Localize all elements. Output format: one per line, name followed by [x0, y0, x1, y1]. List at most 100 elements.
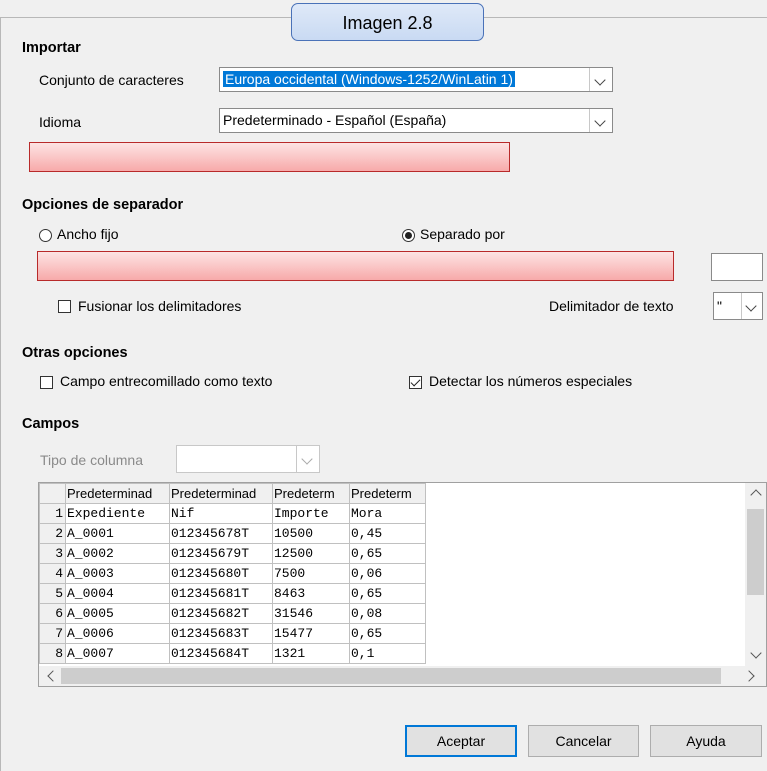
- table-cell: Importe: [272, 503, 350, 524]
- ayuda-button[interactable]: Ayuda: [650, 725, 762, 757]
- table-cell: 012345683T: [169, 623, 273, 644]
- other-separator-input[interactable]: [711, 253, 763, 281]
- table-cell: 0,65: [349, 543, 426, 564]
- importar-heading: Importar: [22, 40, 81, 56]
- scroll-down-icon[interactable]: [750, 647, 762, 659]
- idioma-value: Predeterminado - Español (España): [223, 112, 447, 128]
- row-number: 8: [39, 643, 66, 664]
- charset-dropdown-button[interactable]: [589, 68, 612, 91]
- vertical-scrollbar[interactable]: [745, 483, 766, 667]
- table-cell: 1321: [272, 643, 350, 664]
- table-row: 8 A_0007 012345684T 1321 0,1: [39, 643, 426, 664]
- horizontal-scroll-thumb[interactable]: [61, 668, 721, 684]
- table-header-row: Predeterminad Predeterminad Predeterm Pr…: [39, 483, 426, 504]
- row-number: 2: [39, 523, 66, 544]
- idioma-dropdown-button[interactable]: [589, 109, 612, 132]
- vertical-scroll-thumb[interactable]: [747, 509, 764, 595]
- table-cell: 0,65: [349, 623, 426, 644]
- column-header[interactable]: Predeterminad: [169, 483, 273, 504]
- preview-table: Predeterminad Predeterminad Predeterm Pr…: [39, 483, 426, 664]
- table-cell: 0,45: [349, 523, 426, 544]
- table-cell: A_0001: [65, 523, 170, 544]
- campo-entrecomillado-checkbox[interactable]: [40, 376, 53, 389]
- cancelar-button[interactable]: Cancelar: [528, 725, 639, 757]
- table-row: 3 A_0002 012345679T 12500 0,65: [39, 543, 426, 564]
- table-row: 6 A_0005 012345682T 31546 0,08: [39, 603, 426, 624]
- charset-label: Conjunto de caracteres: [39, 72, 184, 88]
- table-cell: Mora: [349, 503, 426, 524]
- chevron-down-icon: [594, 74, 606, 86]
- chevron-down-icon: [745, 300, 757, 312]
- scroll-up-icon[interactable]: [750, 489, 762, 501]
- delimitador-dropdown-button[interactable]: [741, 293, 762, 319]
- tipo-columna-select[interactable]: [176, 445, 320, 473]
- dialog-left-border: [0, 17, 1, 771]
- table-cell: Nif: [169, 503, 273, 524]
- table-cell: 15477: [272, 623, 350, 644]
- table-cell: 10500: [272, 523, 350, 544]
- table-row: 2 A_0001 012345678T 10500 0,45: [39, 523, 426, 544]
- scroll-left-icon[interactable]: [47, 670, 59, 682]
- ancho-fijo-label: Ancho fijo: [57, 226, 119, 242]
- chevron-down-icon: [594, 115, 606, 127]
- separado-por-radio[interactable]: [402, 229, 415, 242]
- table-cell: 0,65: [349, 583, 426, 604]
- table-row: 7 A_0006 012345683T 15477 0,65: [39, 623, 426, 644]
- table-cell: A_0006: [65, 623, 170, 644]
- table-cell: 8463: [272, 583, 350, 604]
- fusionar-label: Fusionar los delimitadores: [78, 298, 242, 314]
- checkmark-icon: [410, 376, 421, 387]
- table-row: 1 Expediente Nif Importe Mora: [39, 503, 426, 524]
- table-cell: 012345682T: [169, 603, 273, 624]
- row-number: 3: [39, 543, 66, 564]
- table-row: 4 A_0003 012345680T 7500 0,06: [39, 563, 426, 584]
- separador-heading: Opciones de separador: [22, 197, 184, 213]
- idioma-label: Idioma: [39, 114, 82, 130]
- campos-heading: Campos: [22, 416, 80, 432]
- scroll-right-icon[interactable]: [743, 670, 755, 682]
- table-row: 5 A_0004 012345681T 8463 0,65: [39, 583, 426, 604]
- table-cell: 0,06: [349, 563, 426, 584]
- table-cell: 012345678T: [169, 523, 273, 544]
- column-header[interactable]: Predeterminad: [65, 483, 170, 504]
- table-cell: 12500: [272, 543, 350, 564]
- column-header[interactable]: Predeterm: [349, 483, 426, 504]
- table-cell: A_0007: [65, 643, 170, 664]
- ancho-fijo-radio[interactable]: [39, 229, 52, 242]
- delimitador-label: Delimitador de texto: [549, 298, 674, 314]
- column-header[interactable]: Predeterm: [272, 483, 350, 504]
- table-cell: A_0004: [65, 583, 170, 604]
- charset-select[interactable]: Europa occidental (Windows-1252/WinLatin…: [219, 67, 613, 92]
- detectar-label: Detectar los números especiales: [429, 373, 633, 389]
- row-number: 7: [39, 623, 66, 644]
- aceptar-button[interactable]: Aceptar: [405, 725, 517, 757]
- table-cell: Expediente: [65, 503, 170, 524]
- tipo-columna-label: Tipo de columna: [40, 452, 143, 468]
- row-number: 4: [39, 563, 66, 584]
- table-cell: 7500: [272, 563, 350, 584]
- row-number: 1: [39, 503, 66, 524]
- horizontal-scrollbar[interactable]: [39, 666, 766, 686]
- fusionar-checkbox[interactable]: [58, 300, 71, 313]
- row-number: 5: [39, 583, 66, 604]
- table-cell: 0,1: [349, 643, 426, 664]
- table-cell: A_0005: [65, 603, 170, 624]
- redacted-highlight-box: [29, 142, 510, 172]
- separado-por-label: Separado por: [420, 226, 505, 242]
- chevron-down-icon: [301, 453, 313, 465]
- radio-selected-dot: [405, 232, 412, 239]
- idioma-select[interactable]: Predeterminado - Español (España): [219, 108, 613, 133]
- detectar-checkbox[interactable]: [409, 376, 422, 389]
- row-number: 6: [39, 603, 66, 624]
- campo-entrecomillado-label: Campo entrecomillado como texto: [60, 373, 273, 389]
- table-cell: A_0002: [65, 543, 170, 564]
- preview-grid[interactable]: Predeterminad Predeterminad Predeterm Pr…: [38, 482, 767, 687]
- table-cell: 012345681T: [169, 583, 273, 604]
- corner-cell: [39, 483, 66, 504]
- otras-heading: Otras opciones: [22, 345, 128, 361]
- delimitador-select[interactable]: ": [713, 292, 763, 320]
- delimitador-value: ": [717, 298, 722, 314]
- table-cell: A_0003: [65, 563, 170, 584]
- tipo-dropdown-button[interactable]: [296, 446, 319, 472]
- image-callout-label: Imagen 2.8: [291, 3, 484, 41]
